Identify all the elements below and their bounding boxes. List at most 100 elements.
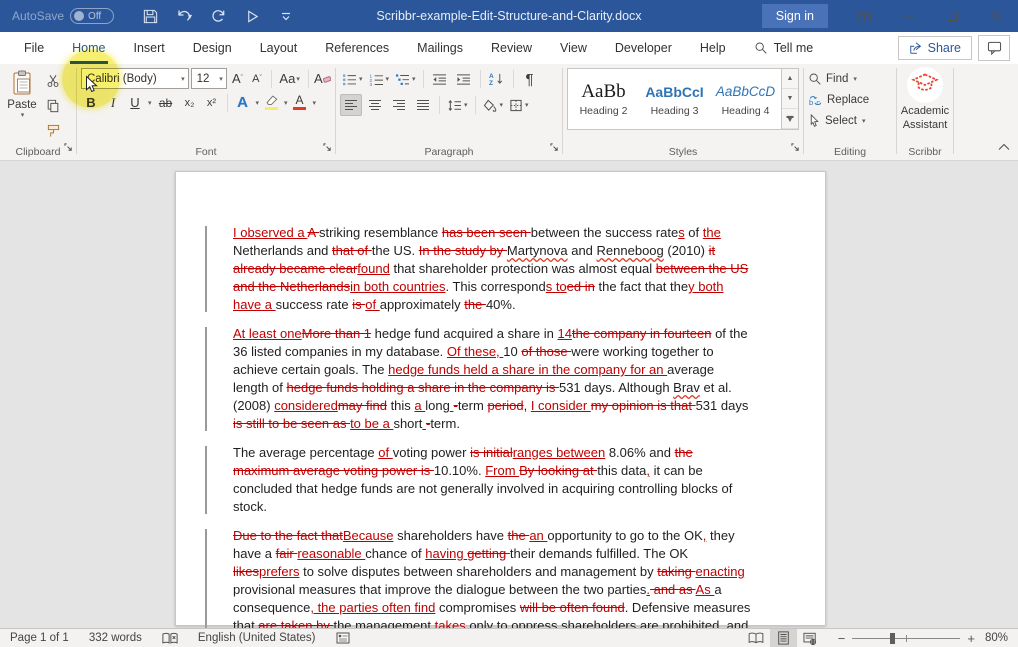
paragraph[interactable]: The average percentage of voting power i…: [233, 444, 752, 516]
format-painter-button[interactable]: [42, 120, 64, 142]
ribbon-display-options-button[interactable]: [842, 0, 886, 32]
styles-more-button[interactable]: ▬▼: [782, 109, 798, 129]
save-button[interactable]: [138, 4, 162, 28]
paragraph[interactable]: I observed a A striking resemblance has …: [233, 224, 752, 314]
show-hide-paragraph-button[interactable]: ¶: [519, 68, 541, 90]
justify-button[interactable]: [412, 94, 434, 116]
tab-help[interactable]: Help: [686, 32, 740, 64]
autosave-toggle[interactable]: AutoSave Off: [12, 8, 114, 24]
borders-button[interactable]: ▾: [507, 94, 531, 116]
zoom-in-button[interactable]: +: [967, 631, 975, 646]
tab-references[interactable]: References: [311, 32, 403, 64]
clear-formatting-button[interactable]: A: [314, 68, 331, 89]
zoom-out-button[interactable]: −: [838, 631, 846, 646]
change-case-button[interactable]: Aa▾: [277, 68, 303, 89]
tab-mailings[interactable]: Mailings: [403, 32, 477, 64]
share-button[interactable]: Share: [898, 36, 972, 60]
document-page[interactable]: I observed a A striking resemblance has …: [175, 171, 826, 626]
font-name-combo[interactable]: Calibri (Body) ▾: [81, 68, 189, 89]
italic-button[interactable]: I: [103, 92, 123, 113]
redo-button[interactable]: [206, 4, 230, 28]
zoom-percentage[interactable]: 80%: [985, 632, 1008, 644]
paste-dropdown-caret[interactable]: ▾: [21, 111, 25, 119]
underline-dropdown-caret[interactable]: ▾: [148, 99, 152, 107]
select-button[interactable]: Select ▾: [808, 111, 892, 130]
proofing-status[interactable]: [152, 629, 188, 647]
web-layout-button[interactable]: [797, 629, 824, 647]
styles-dialog-launcher[interactable]: [791, 139, 800, 157]
language-indicator[interactable]: English (United States): [188, 629, 326, 647]
read-mode-button[interactable]: [743, 629, 770, 647]
copy-button[interactable]: [42, 95, 64, 117]
word-count[interactable]: 332 words: [79, 629, 152, 647]
superscript-button[interactable]: x²: [202, 92, 222, 113]
align-right-button[interactable]: [388, 94, 410, 116]
text-effects-caret[interactable]: ▾: [256, 99, 260, 107]
replace-button[interactable]: bc Replace: [808, 90, 892, 109]
align-center-button[interactable]: [364, 94, 386, 116]
page-indicator[interactable]: Page 1 of 1: [0, 629, 79, 647]
clipboard-dialog-launcher[interactable]: [64, 139, 73, 157]
close-button[interactable]: [974, 0, 1018, 32]
zoom-slider-handle[interactable]: [890, 633, 895, 644]
tab-file[interactable]: File: [10, 32, 58, 64]
grow-font-button[interactable]: Aˆ: [229, 68, 246, 89]
tab-view[interactable]: View: [546, 32, 601, 64]
zoom-slider[interactable]: [852, 638, 960, 639]
tab-home[interactable]: Home: [58, 32, 119, 64]
align-left-button[interactable]: [340, 94, 362, 116]
tab-insert[interactable]: Insert: [120, 32, 179, 64]
paragraph-dialog-launcher[interactable]: [550, 139, 559, 157]
tab-review[interactable]: Review: [477, 32, 546, 64]
subscript-button[interactable]: x₂: [180, 92, 200, 113]
text-highlight-button[interactable]: [261, 92, 281, 113]
numbering-button[interactable]: 123 ▾: [367, 68, 392, 90]
cut-button[interactable]: [42, 70, 64, 92]
autosave-pill[interactable]: Off: [70, 8, 114, 24]
tab-design[interactable]: Design: [179, 32, 246, 64]
decrease-indent-button[interactable]: [429, 68, 451, 90]
tab-developer[interactable]: Developer: [601, 32, 686, 64]
line-spacing-button[interactable]: ▾: [445, 94, 470, 116]
sign-in-button[interactable]: Sign in: [762, 4, 828, 28]
shading-button[interactable]: ▾: [481, 94, 506, 116]
styles-scroll-up-button[interactable]: ▲: [782, 69, 798, 89]
undo-dropdown-caret[interactable]: ▾: [188, 12, 192, 21]
document-text[interactable]: I observed a A striking resemblance has …: [233, 224, 752, 628]
maximize-button[interactable]: [930, 0, 974, 32]
style-heading-4[interactable]: AaBbCcDHeading 4: [710, 69, 781, 129]
tell-me-box[interactable]: Tell me: [754, 41, 814, 55]
sort-button[interactable]: A Z: [486, 68, 508, 90]
bold-button[interactable]: B: [81, 92, 101, 113]
font-dialog-launcher[interactable]: [323, 139, 332, 157]
academic-assistant-button[interactable]: Academic Assistant: [901, 67, 949, 133]
print-layout-button[interactable]: [770, 629, 797, 647]
play-macro-button[interactable]: [240, 4, 264, 28]
font-color-button[interactable]: A: [290, 92, 310, 113]
tab-layout[interactable]: Layout: [246, 32, 312, 64]
paste-button[interactable]: Paste ▾: [4, 68, 40, 142]
macro-recording-indicator[interactable]: [326, 629, 360, 647]
multilevel-list-button[interactable]: ▾: [393, 68, 418, 90]
shrink-font-button[interactable]: Aˇ: [248, 68, 265, 89]
find-button[interactable]: Find ▾: [808, 69, 892, 88]
collapse-ribbon-button[interactable]: [998, 138, 1010, 156]
paragraph[interactable]: Due to the fact thatBecause shareholders…: [233, 527, 752, 628]
comments-button[interactable]: [978, 35, 1010, 61]
undo-button[interactable]: ▾: [172, 4, 196, 28]
text-effects-button[interactable]: A: [233, 92, 253, 113]
font-size-combo[interactable]: 12 ▾: [191, 68, 227, 89]
customize-qat-button[interactable]: [274, 4, 298, 28]
style-heading-3[interactable]: AaBbCcIHeading 3: [639, 69, 710, 129]
highlight-caret[interactable]: ▾: [284, 99, 288, 107]
styles-scroll-down-button[interactable]: ▼: [782, 89, 798, 109]
bullets-button[interactable]: ▾: [340, 68, 365, 90]
document-area[interactable]: I observed a A striking resemblance has …: [0, 161, 1018, 628]
underline-button[interactable]: U: [125, 92, 145, 113]
font-color-caret[interactable]: ▾: [313, 99, 317, 107]
strikethrough-button[interactable]: ab: [154, 92, 178, 113]
increase-indent-button[interactable]: [453, 68, 475, 90]
minimize-button[interactable]: [886, 0, 930, 32]
style-heading-2[interactable]: AaBbHeading 2: [568, 69, 639, 129]
paragraph[interactable]: At least oneMore than 1 hedge fund acqui…: [233, 325, 752, 433]
